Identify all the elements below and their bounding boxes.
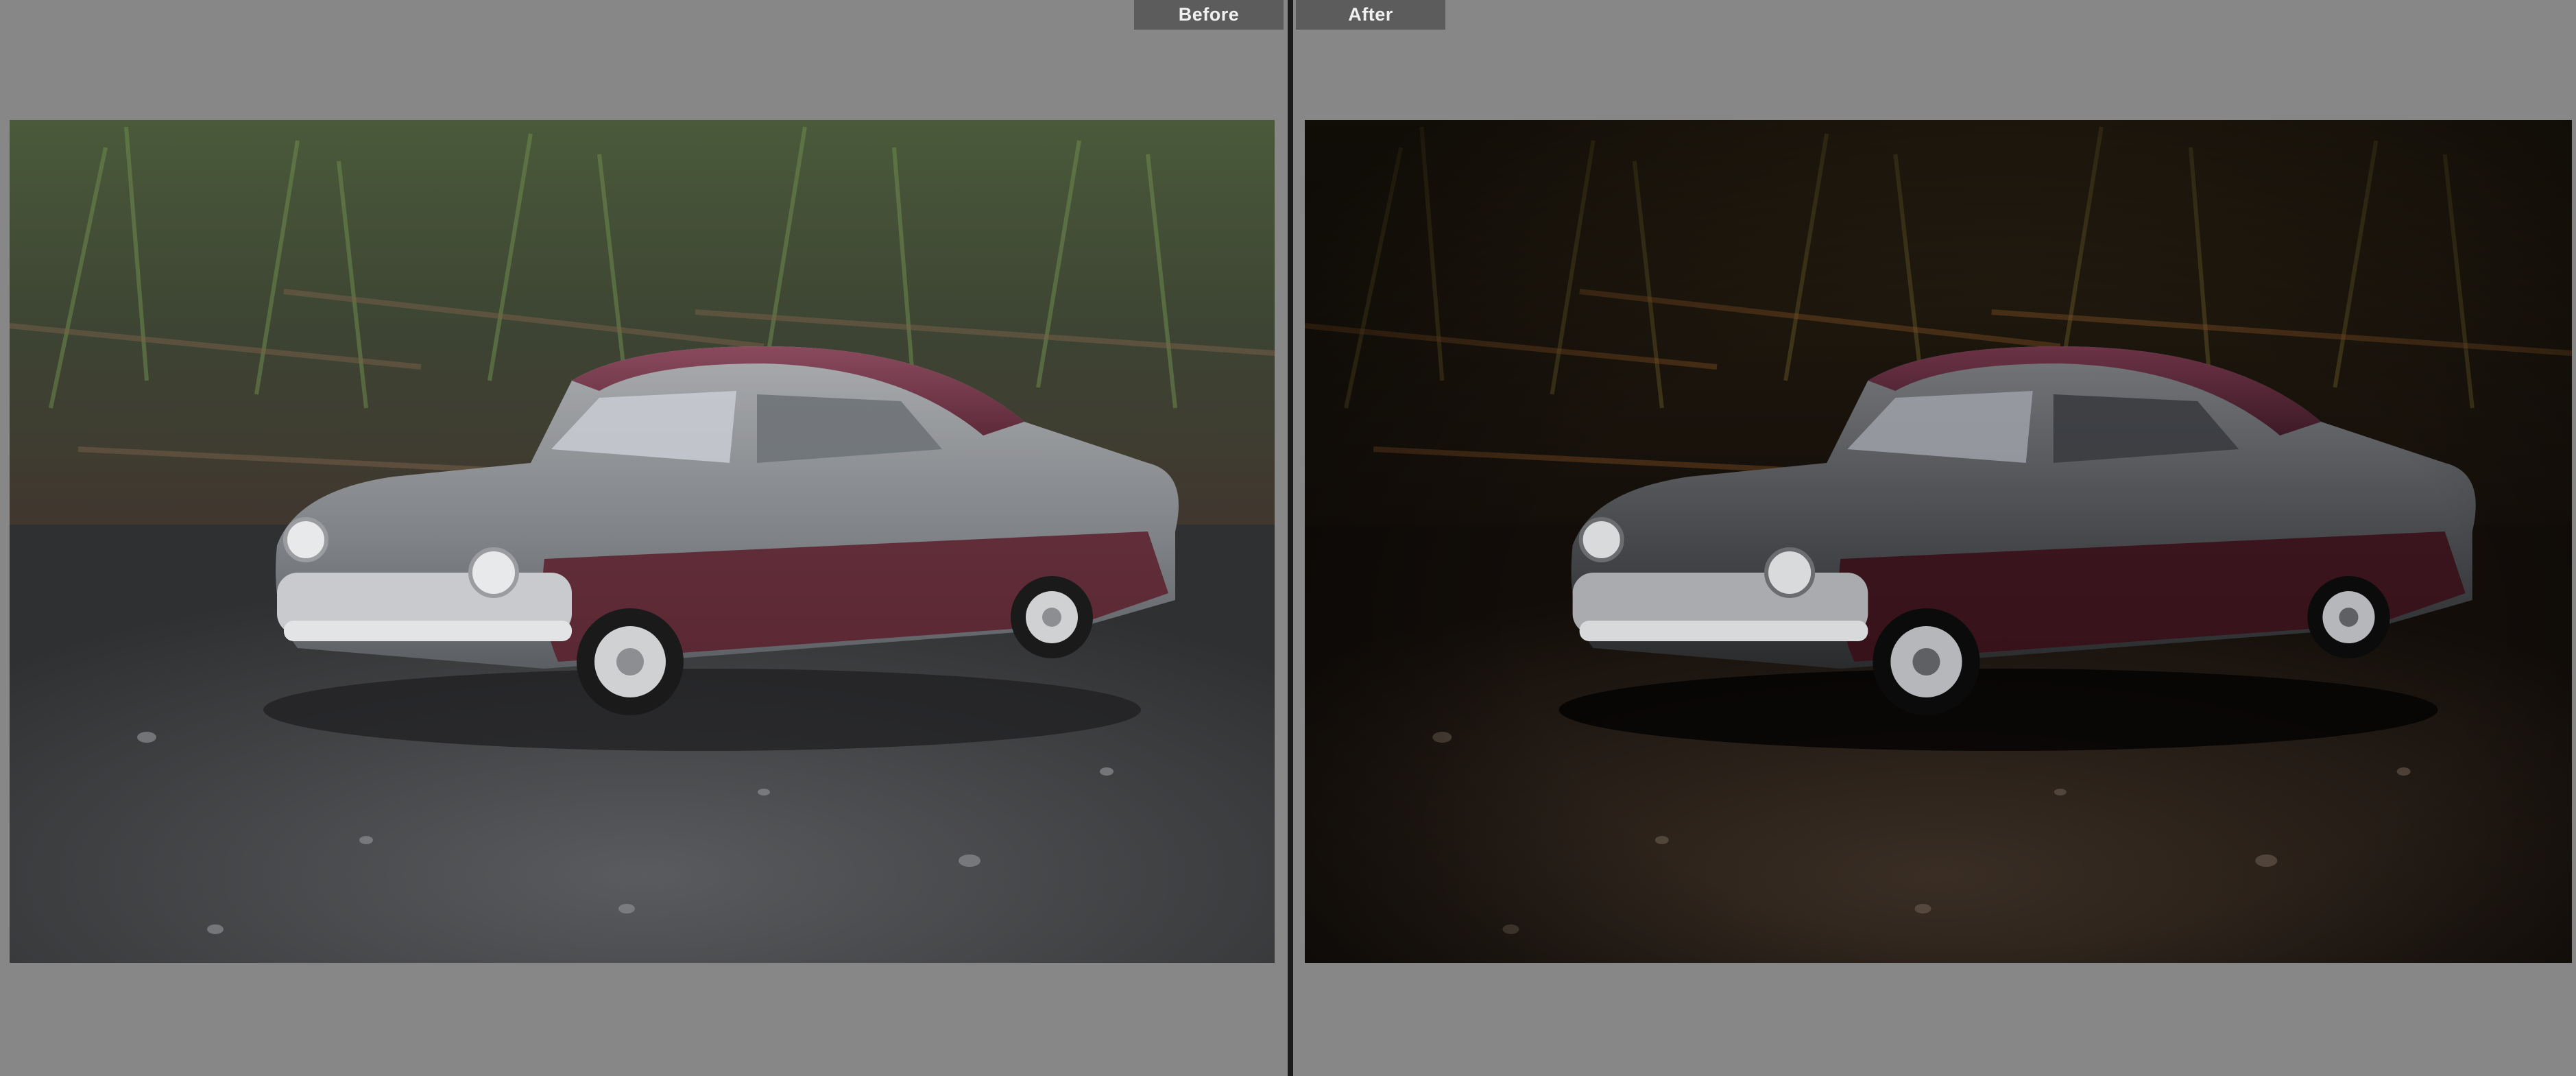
after-photo-image: [1305, 120, 2572, 963]
before-photo-image: [10, 120, 1275, 963]
split-divider[interactable]: [1288, 0, 1293, 1076]
after-pane: After: [1293, 0, 2576, 1076]
before-after-viewer: Before After: [0, 0, 2576, 1076]
after-photo[interactable]: [1305, 120, 2572, 963]
after-label[interactable]: After: [1296, 0, 1445, 29]
before-pane: Before: [0, 0, 1288, 1076]
before-label[interactable]: Before: [1134, 0, 1284, 29]
before-photo[interactable]: [10, 120, 1275, 963]
